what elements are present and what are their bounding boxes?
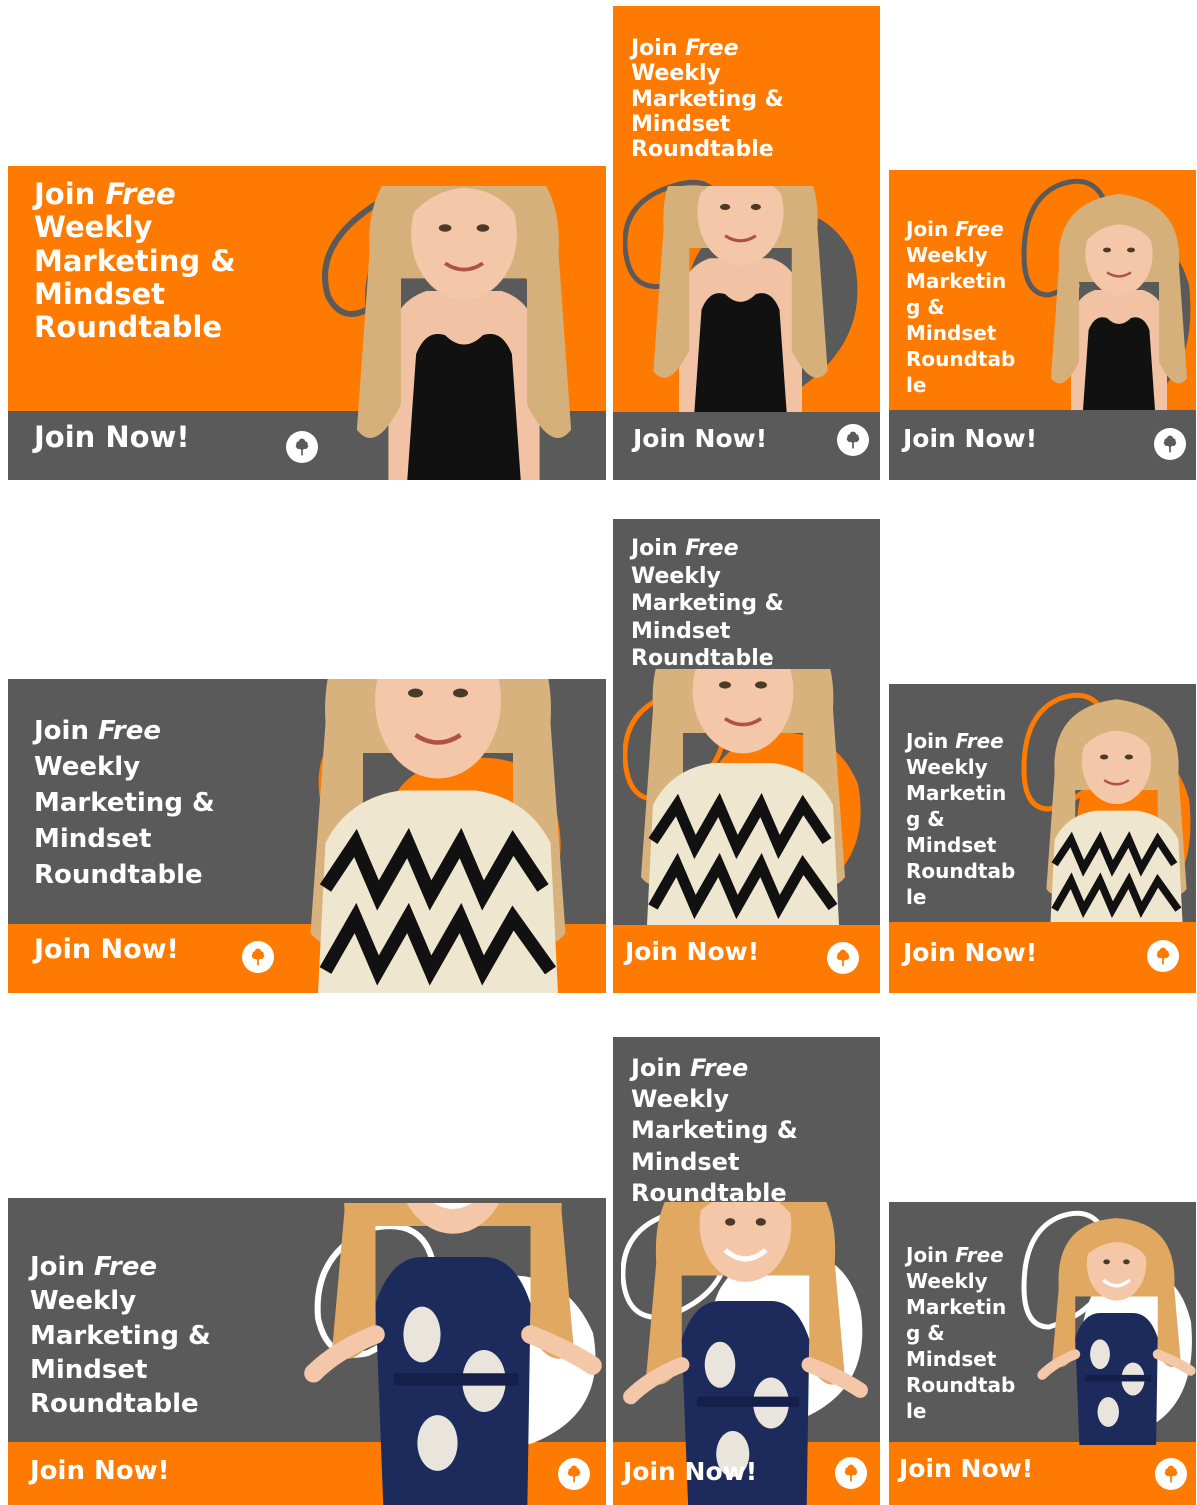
headline-line-4: Mindset <box>631 1147 740 1176</box>
headline-line-2: Weekly <box>34 751 141 782</box>
headline-line-5a: Roundtab <box>906 859 1016 883</box>
headline-line-3b: g & <box>906 295 945 319</box>
headline-line-3a: Marketin <box>906 269 1007 293</box>
headline-line-4: Mindset <box>30 1354 148 1385</box>
tree-logo-icon <box>1155 1458 1187 1490</box>
headline-line-4: Mindset <box>34 823 152 854</box>
ad-headline: Join Free Weekly Marketin g & Mindset Ro… <box>906 216 1015 398</box>
ad-row3-wide[interactable]: Join Free Weekly Marketing & Mindset Rou… <box>8 1198 606 1505</box>
headline-line-4: Mindset <box>34 277 165 312</box>
headline-line-5: Roundtable <box>631 1178 787 1207</box>
headline-line-3: Marketing & <box>631 591 784 616</box>
tree-logo-icon <box>286 431 318 463</box>
woman-black-top-photo <box>1039 185 1196 410</box>
ad-row1-narrow[interactable]: Join Free Weekly Marketin g & Mindset Ro… <box>889 170 1196 480</box>
headline-line-2: Weekly <box>34 210 153 245</box>
woman-patterned-top-photo <box>1034 684 1196 922</box>
woman-black-top-photo <box>338 186 590 480</box>
ad-row1-tall[interactable]: Join Free Weekly Marketing & Mindset Rou… <box>613 6 880 480</box>
headline-line-5: Roundtable <box>631 646 774 671</box>
join-now-button[interactable]: Join Now! <box>903 424 1037 453</box>
headline-line-1: Join Free <box>631 536 739 561</box>
woman-navy-dress-photo <box>298 1203 606 1505</box>
headline-line-5a: Roundtab <box>906 1373 1016 1397</box>
tree-logo-icon <box>242 941 274 973</box>
tree-logo-icon <box>837 424 869 456</box>
headline-line-1: Join Free <box>30 1252 158 1282</box>
headline-line-5b: le <box>906 1399 927 1423</box>
headline-line-1: Join Free <box>631 1054 749 1082</box>
headline-line-2: Weekly <box>30 1286 137 1317</box>
headline-line-1: Join Free <box>631 36 739 61</box>
headline-line-1: Join Free <box>906 729 1004 753</box>
join-now-button[interactable]: Join Now! <box>623 1457 757 1486</box>
headline-line-3: Marketing & <box>631 86 784 112</box>
headline-line-3: Marketing & <box>34 243 236 278</box>
ad-headline: Join Free Weekly Marketin g & Mindset Ro… <box>906 728 1015 910</box>
woman-navy-dress-photo <box>1034 1202 1196 1445</box>
headline-line-3b: g & <box>906 807 945 831</box>
headline-line-1: Join Free <box>34 716 162 746</box>
join-now-button[interactable]: Join Now! <box>903 938 1037 967</box>
woman-patterned-top-photo <box>623 669 863 925</box>
headline-line-4: Mindset <box>906 321 997 345</box>
ad-row3-tall[interactable]: Join Free Weekly Marketing & Mindset Rou… <box>613 1037 880 1505</box>
ad-headline: Join Free Weekly Marketing & Mindset Rou… <box>631 36 784 162</box>
headline-line-5: Roundtable <box>30 1389 199 1420</box>
ad-headline: Join Free Weekly Marketing & Mindset Rou… <box>30 1250 211 1422</box>
headline-line-2: Weekly <box>906 243 988 267</box>
tree-logo-icon <box>835 1457 867 1489</box>
headline-line-1: Join Free <box>906 217 1004 241</box>
woman-black-top-photo <box>638 186 843 412</box>
ad-headline: Join Free Weekly Marketing & Mindset Rou… <box>34 177 236 345</box>
headline-line-5a: Roundtab <box>906 347 1016 371</box>
ad-headline: Join Free Weekly Marketing & Mindset Rou… <box>631 535 784 673</box>
headline-line-1: Join Free <box>34 177 176 211</box>
headline-line-4: Mindset <box>631 618 731 644</box>
tree-logo-icon <box>558 1458 590 1490</box>
ad-row2-wide[interactable]: Join Free Weekly Marketing & Mindset Rou… <box>8 679 606 993</box>
headline-line-3a: Marketin <box>906 1295 1007 1319</box>
join-now-button[interactable]: Join Now! <box>34 420 190 454</box>
tree-logo-icon <box>827 942 859 974</box>
headline-line-2: Weekly <box>906 755 988 779</box>
headline-line-3: Marketing & <box>34 787 215 818</box>
join-now-button[interactable]: Join Now! <box>30 1456 170 1486</box>
join-now-button[interactable]: Join Now! <box>34 934 179 965</box>
headline-line-2: Weekly <box>906 1269 988 1293</box>
headline-line-4: Mindset <box>631 111 731 137</box>
ad-row3-narrow[interactable]: Join Free Weekly Marketin g & Mindset Ro… <box>889 1202 1196 1505</box>
ad-headline: Join Free Weekly Marketing & Mindset Rou… <box>34 714 215 893</box>
headline-line-1: Join Free <box>906 1243 1004 1267</box>
headline-line-2: Weekly <box>631 563 721 589</box>
join-now-button[interactable]: Join Now! <box>625 937 759 966</box>
headline-line-3a: Marketin <box>906 781 1007 805</box>
headline-line-3: Marketing & <box>30 1320 211 1351</box>
headline-line-5b: le <box>906 373 927 397</box>
headline-line-3b: g & <box>906 1321 945 1345</box>
join-now-button[interactable]: Join Now! <box>633 424 767 453</box>
woman-patterned-top-photo <box>288 679 588 993</box>
headline-line-5: Roundtable <box>34 310 223 345</box>
tree-logo-icon <box>1154 428 1186 460</box>
headline-line-4: Mindset <box>906 1347 997 1371</box>
headline-line-5: Roundtable <box>631 137 774 163</box>
headline-line-2: Weekly <box>631 1085 730 1114</box>
headline-line-2: Weekly <box>631 61 721 87</box>
ad-headline: Join Free Weekly Marketin g & Mindset Ro… <box>906 1242 1015 1424</box>
headline-line-3: Marketing & <box>631 1116 798 1145</box>
headline-line-5: Roundtable <box>34 859 203 890</box>
ad-row2-tall[interactable]: Join Free Weekly Marketing & Mindset Rou… <box>613 519 880 993</box>
join-now-button[interactable]: Join Now! <box>899 1454 1033 1483</box>
ad-row2-narrow[interactable]: Join Free Weekly Marketin g & Mindset Ro… <box>889 684 1196 993</box>
ad-row1-wide[interactable]: Join Free Weekly Marketing & Mindset Rou… <box>8 166 606 480</box>
headline-line-5b: le <box>906 885 927 909</box>
tree-logo-icon <box>1147 940 1179 972</box>
headline-line-4: Mindset <box>906 833 997 857</box>
ad-headline: Join Free Weekly Marketing & Mindset Rou… <box>631 1053 798 1209</box>
